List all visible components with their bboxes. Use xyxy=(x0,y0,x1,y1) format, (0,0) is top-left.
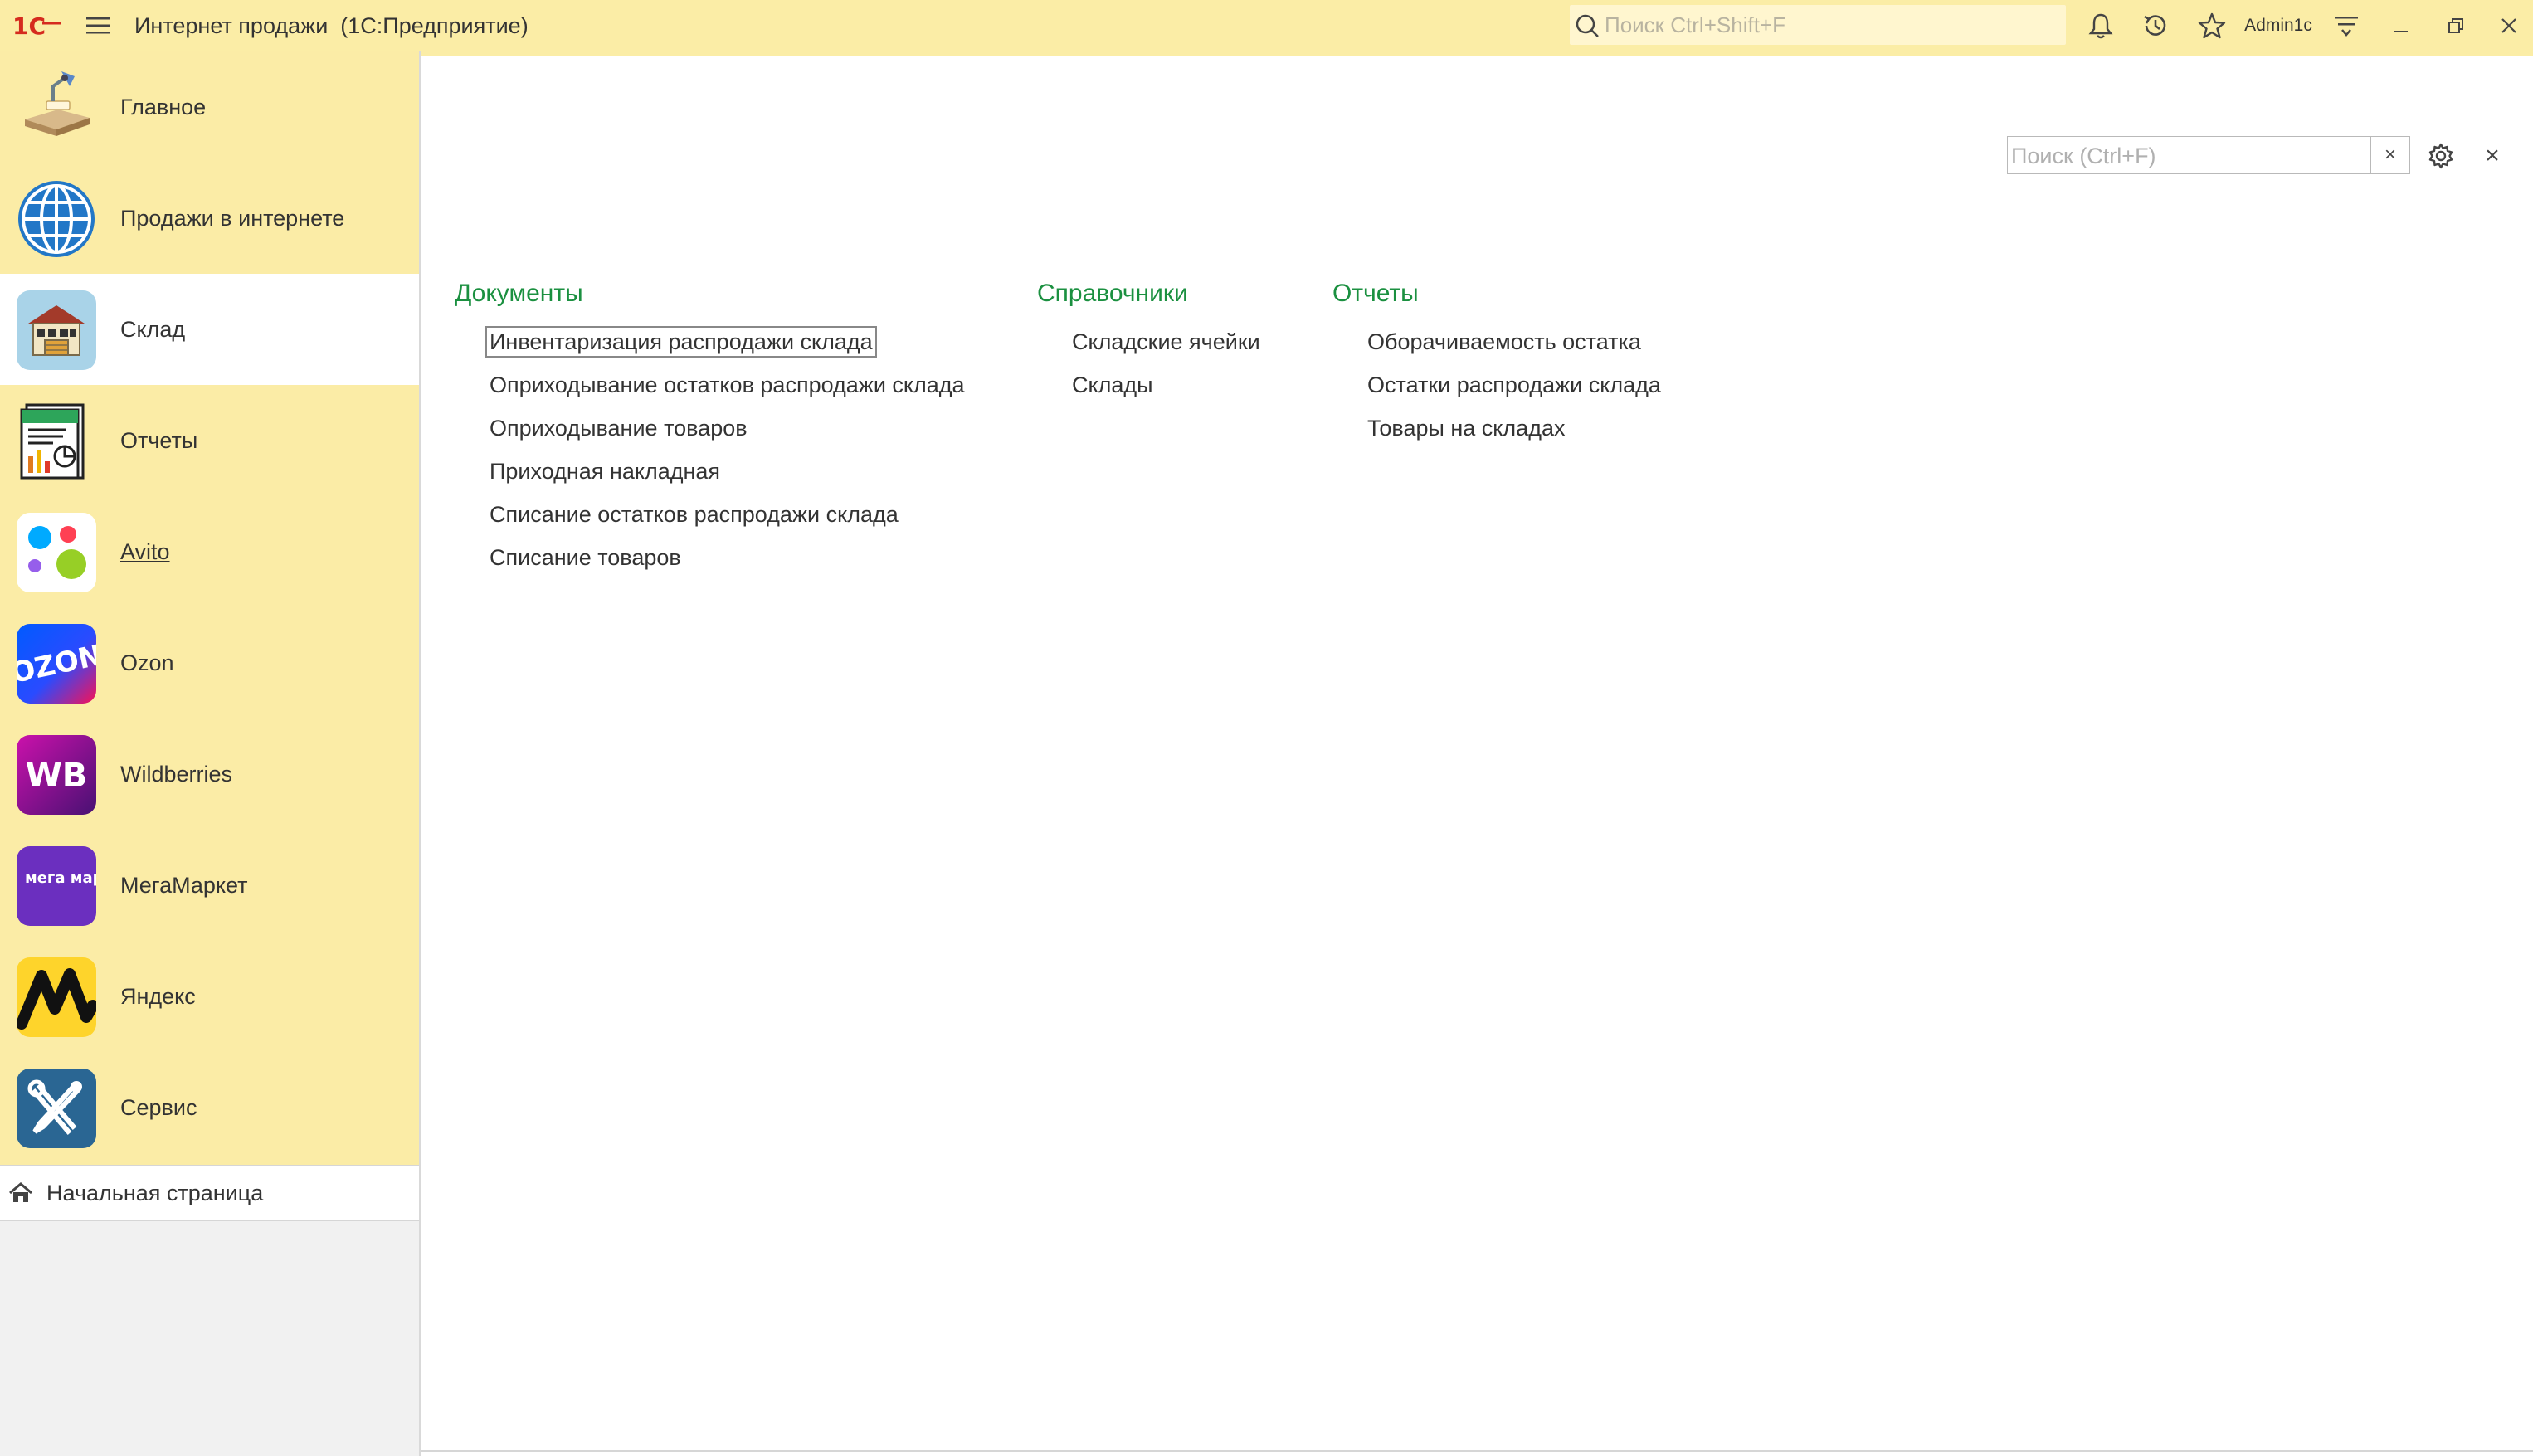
section-reports[interactable]: Отчеты xyxy=(0,385,419,496)
section-megamarket[interactable]: мега маркет МегаМаркет xyxy=(0,830,419,941)
link-sale-warehouse-remains[interactable]: Остатки распродажи склада xyxy=(1367,363,1661,407)
section-label: МегаМаркет xyxy=(120,872,248,898)
search-icon xyxy=(1576,14,1599,37)
column-documents: Документы Инвентаризация распродажи скла… xyxy=(455,277,965,570)
1c-logo-icon[interactable]: 1C xyxy=(10,0,65,51)
ozon-logo-icon: OZON xyxy=(17,624,96,704)
link-writeoff-goods[interactable]: Списание товаров xyxy=(490,536,965,579)
link-inventory-sale-warehouse[interactable]: Инвентаризация распродажи склада xyxy=(485,320,965,363)
section-label: Главное xyxy=(120,94,207,119)
link-goods-in-warehouses[interactable]: Товары на складах xyxy=(1367,407,1661,450)
top-bar: 1C Интернет продажи (1С:Предприятие) Пои… xyxy=(0,0,2533,51)
yandex-market-icon xyxy=(17,957,96,1037)
home-page-label: Начальная страница xyxy=(46,1180,264,1205)
restore-window-icon[interactable] xyxy=(2438,0,2474,51)
svg-text:WB: WB xyxy=(26,757,88,795)
sections-panel: Главное Продажи в интернете Склад Отчеты… xyxy=(0,51,421,1456)
link-posting-goods[interactable]: Оприходывание товаров xyxy=(490,407,965,450)
clear-search-icon[interactable]: × xyxy=(2370,136,2410,174)
more-menu-icon[interactable] xyxy=(2328,0,2365,51)
tools-icon xyxy=(17,1069,96,1148)
sections-list: Главное Продажи в интернете Склад Отчеты… xyxy=(0,51,419,1165)
app-title: Интернет продажи (1С:Предприятие) xyxy=(134,12,529,38)
svg-text:1C: 1C xyxy=(12,13,46,38)
section-content-panel: Поиск (Ctrl+F) × × Документы Инвентариза… xyxy=(421,51,2533,1452)
link-posting-sale-remains[interactable]: Оприходывание остатков распродажи склада xyxy=(490,363,965,407)
column-reports: Отчеты Оборачиваемость остатка Остатки р… xyxy=(1332,277,1661,441)
link-receipt-invoice[interactable]: Приходная накладная xyxy=(490,450,965,493)
section-label: Avito xyxy=(120,538,170,564)
section-warehouse[interactable]: Склад xyxy=(0,274,419,385)
reports-list: Оборачиваемость остатка Остатки распрода… xyxy=(1367,320,1661,450)
globe-icon xyxy=(18,181,95,257)
section-main[interactable]: Главное xyxy=(0,51,419,163)
global-search-input[interactable]: Поиск Ctrl+Shift+F xyxy=(1570,5,2066,45)
column-title-reports: Отчеты xyxy=(1332,280,1419,307)
global-search-placeholder: Поиск Ctrl+Shift+F xyxy=(1605,12,1785,37)
gear-icon[interactable] xyxy=(2423,138,2459,174)
section-search-placeholder: Поиск (Ctrl+F) xyxy=(2011,144,2156,168)
desk-lamp-icon xyxy=(25,71,90,136)
section-wildberries[interactable]: WB Wildberries xyxy=(0,718,419,830)
catalogs-list: Складские ячейки Склады xyxy=(1072,320,1260,407)
warehouse-icon xyxy=(17,290,96,370)
section-internet-sales[interactable]: Продажи в интернете xyxy=(0,163,419,274)
avito-logo-icon xyxy=(17,513,96,592)
main-menu-icon[interactable] xyxy=(81,0,114,51)
section-search-input[interactable]: Поиск (Ctrl+F) xyxy=(2007,136,2410,174)
section-service[interactable]: Сервис xyxy=(0,1052,419,1163)
section-avito[interactable]: Avito xyxy=(0,496,419,607)
section-label: Яндекс xyxy=(120,983,196,1009)
home-page-link[interactable]: Начальная страница xyxy=(0,1165,419,1221)
bell-icon[interactable] xyxy=(2082,0,2119,51)
section-label: Продажи в интернете xyxy=(120,205,345,231)
column-catalogs: Справочники Складские ячейки Склады xyxy=(1037,277,1260,397)
wb-logo-icon: WB xyxy=(17,735,96,815)
section-yandex[interactable]: Яндекс xyxy=(0,941,419,1052)
svg-text:мега маркет: мега маркет xyxy=(25,869,96,887)
home-icon xyxy=(9,1182,32,1202)
section-label: Сервис xyxy=(120,1094,197,1120)
documents-list: Инвентаризация распродажи склада Оприход… xyxy=(485,320,965,579)
section-label: Wildberries xyxy=(120,761,233,786)
link-writeoff-sale-remains[interactable]: Списание остатков распродажи склада xyxy=(490,493,965,536)
user-name[interactable]: Admin1c xyxy=(2244,0,2312,51)
section-ozon[interactable]: OZON Ozon xyxy=(0,607,419,718)
close-panel-icon[interactable]: × xyxy=(2474,138,2511,174)
favorites-star-icon[interactable] xyxy=(2194,0,2230,51)
link-warehouse-cells[interactable]: Складские ячейки xyxy=(1072,320,1260,363)
section-label: Ozon xyxy=(120,650,174,675)
report-chart-icon xyxy=(20,403,85,480)
column-title-catalogs: Справочники xyxy=(1037,280,1188,307)
megamarket-logo-icon: мега маркет xyxy=(17,846,96,926)
minimize-icon[interactable] xyxy=(2383,0,2419,51)
column-title-documents: Документы xyxy=(455,280,583,307)
section-label: Отчеты xyxy=(120,427,198,453)
link-warehouses[interactable]: Склады xyxy=(1072,363,1260,407)
history-icon[interactable] xyxy=(2137,0,2174,51)
link-stock-turnover[interactable]: Оборачиваемость остатка xyxy=(1367,320,1661,363)
section-label: Склад xyxy=(120,316,186,342)
close-window-icon[interactable] xyxy=(2491,0,2527,51)
